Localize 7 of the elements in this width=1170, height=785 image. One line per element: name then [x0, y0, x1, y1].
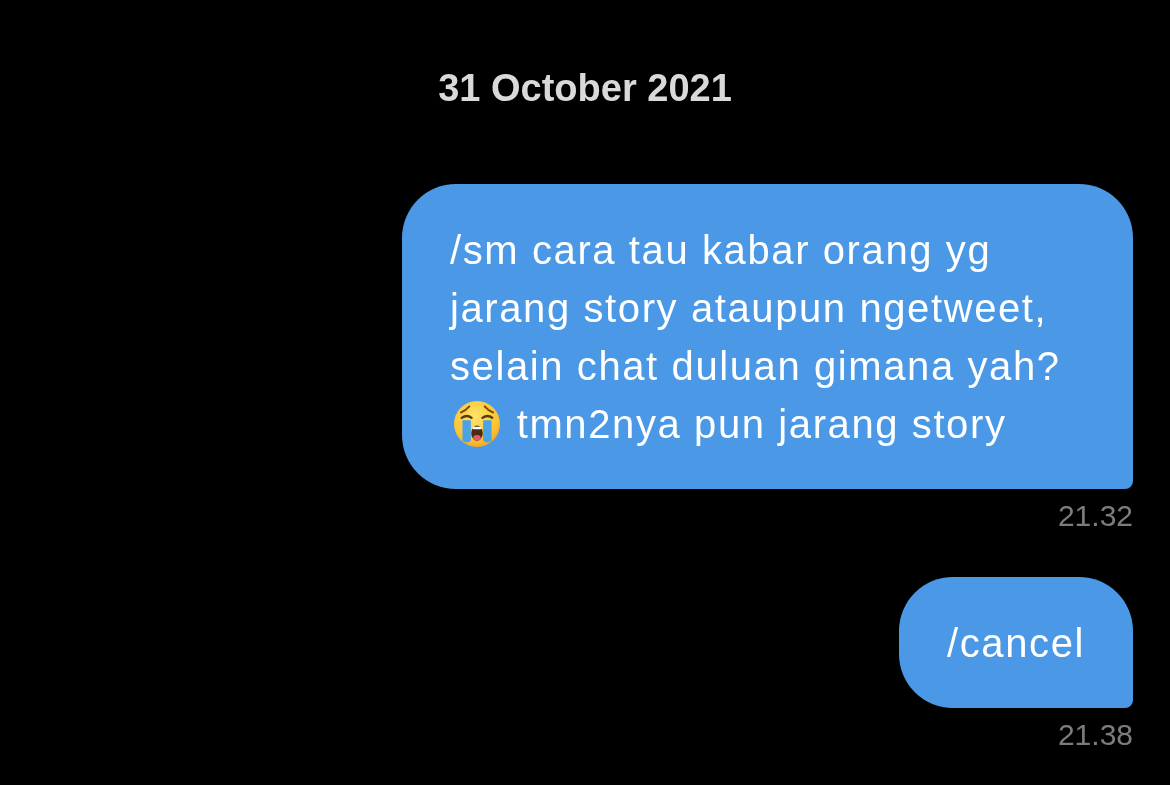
date-divider: 31 October 2021 [438, 68, 732, 108]
message-text: /cancel [947, 621, 1085, 665]
message-text: tmn2nya pun jarang story [516, 402, 1007, 446]
crying-face-icon [454, 401, 500, 447]
message-time: 21.38 [1057, 720, 1133, 750]
message-text: /sm cara tau kabar orang yg jarang story ataupun ngetweet, selain chat duluan gimana yah? [450, 228, 1061, 388]
message-time: 21.32 [1057, 501, 1133, 531]
